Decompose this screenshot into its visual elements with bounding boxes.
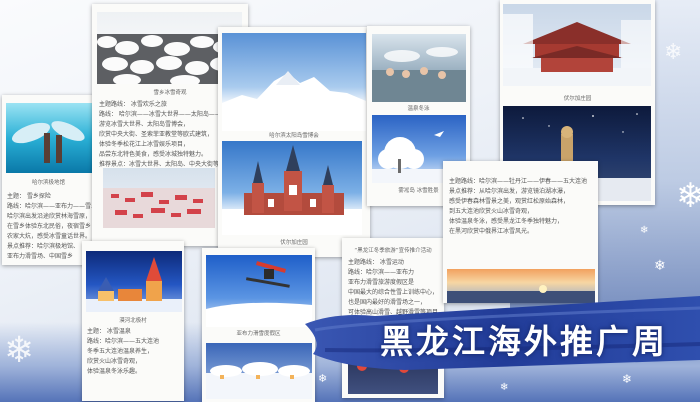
brochure-page-ski: 亚布力滑雪度假区 [202,248,315,402]
caption: 哈尔滨极地馆 [31,180,65,186]
caption: 伏尔加庄园 [563,96,592,102]
caption: 哈尔滨太阳岛雪博会 [269,133,319,139]
dolphin-graphic [12,121,85,163]
brochure-page-sun-island: 哈尔滨太阳岛雪博会 伏尔加庄园 [218,27,370,257]
snow-sculpture-graphic [222,71,366,131]
brochure-page-dolphin: 哈尔滨极地馆 主题： 雪乡探险 路线：哈尔滨——亚布力——雪乡 哈尔滨出发沿途欣赏林… [2,95,95,265]
hot-spring-graphic [372,47,466,102]
castle-graphic [86,257,182,312]
banner-title: 黑龙江海外推广周 [380,322,668,361]
page-text: 主题： 冰雪温泉 路线：哈尔滨——五大连池 冬季五大连池温泉养生， 欣赏火山冰雪奇观，… [87,328,160,375]
photo-snow-sculpture [222,33,366,131]
caption: 温泉冬泳 [407,106,430,112]
photo-dolphins [6,103,92,173]
snow-village-graphic [206,362,312,399]
snowflake-icon: ❄ [318,372,328,385]
snowflake-icon: ❄ [676,176,700,216]
photo-temple [503,4,651,86]
temple-graphic [503,14,651,86]
page-text: 主题路线：哈尔滨——牡丹江——伊春——五大连池 景点推荐：从哈尔滨出发，游览镜泊湖… [449,178,588,235]
snowflake-icon: ❄ [640,225,649,236]
snowflake-icon: ❄ [4,330,35,371]
photo-skier [206,255,312,327]
photo-snow-village-night [206,343,312,399]
photo-winter-swimming [372,34,466,102]
skier-graphic [206,261,312,327]
page-text: 主题： 雪乡探险 路线：哈尔滨——亚布力——雪乡 哈尔滨出发沿途欣赏林海雪原， 在雪乡… [7,193,93,260]
caption: 亚布力滑雪度假区 [236,331,281,337]
snowflake-icon: ❄ [654,258,666,274]
brochure-page-route: 主题路线：哈尔滨——牡丹江——伊春——五大连池 景点推荐：从哈尔滨出发，游览镜泊湖… [443,161,598,303]
church-graphic [222,145,362,235]
caption: “黑龙江冬季旅游”宣传推介活动 [354,248,432,254]
photo-russian-church [222,141,362,235]
snowflake-icon: ❄ [664,40,683,65]
snowflake-icon: ❄ [500,382,509,393]
photo-castle-night [86,251,182,312]
ice-city-graphic [103,188,215,228]
brochure-page-north-village: 漠河北极村 主题： 冰雪温泉 路线：哈尔滨——五大连池 冬季五大连池温泉养生， 欣赏火… [82,241,184,401]
photo-aerial-ice-city [103,168,215,228]
caption: 漠河北极村 [119,318,147,324]
snowflake-icon: ❄ [622,372,633,386]
